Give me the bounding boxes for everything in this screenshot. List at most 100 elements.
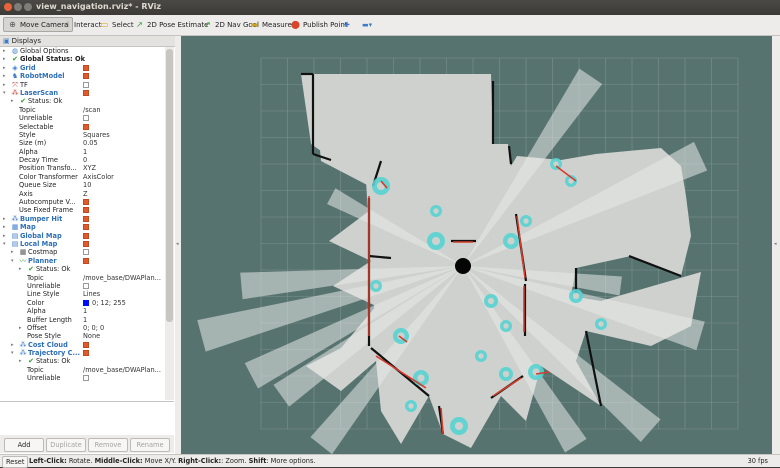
property-value[interactable]: Z [83,190,88,198]
collapsed-arrow-icon[interactable]: ▸ [3,81,6,89]
tree-row[interactable]: Line Style Lines [0,290,165,298]
enable-checkbox[interactable] [83,64,89,71]
tree-row[interactable]: Axis Z [0,190,165,198]
tree-row[interactable]: Unreliable [0,282,165,290]
enable-checkbox[interactable] [83,199,89,206]
tree-row[interactable]: ▾ ▤ Local Map [0,240,165,248]
expanded-arrow-icon[interactable]: ▾ [3,240,6,248]
enable-checkbox[interactable] [83,123,89,130]
tree-row[interactable]: ▾ 〰 Planner [0,257,165,265]
navigation-map[interactable] [181,36,772,454]
tree-row[interactable]: Unreliable [0,114,165,122]
property-value[interactable]: 0.05 [83,139,98,147]
minus-dropdown-button[interactable]: ▬▾ [358,17,376,32]
collapsed-arrow-icon[interactable]: ▸ [11,248,14,256]
tree-row[interactable]: Topic/move_base/DWAPlan... [0,366,165,374]
duplicate-display-button[interactable]: Duplicate [46,438,86,452]
property-value[interactable]: 10 [83,181,91,189]
property-value[interactable]: /scan [83,106,101,114]
tree-row[interactable]: Topic/scan [0,106,165,114]
tree-row[interactable]: Decay Time 0 [0,156,165,164]
tree-row[interactable]: ▸ ✔ Status: Ok [0,97,165,105]
close-window-button[interactable] [4,3,12,11]
collapsed-arrow-icon[interactable]: ▸ [19,357,22,365]
enable-checkbox[interactable] [83,232,89,239]
tree-row[interactable]: Alpha 1 [0,307,165,315]
tree-row[interactable]: Buffer Length 1 [0,316,165,324]
collapsed-arrow-icon[interactable]: ▸ [3,55,6,63]
tree-row[interactable]: Unreliable [0,374,165,382]
tree-row[interactable]: ▸ ♞ RobotModel [0,72,165,80]
tree-row[interactable]: ▸ ⁂ Cost Cloud [0,341,165,349]
minimize-window-button[interactable] [14,3,22,11]
tree-row[interactable]: ▾ ⁂ LaserScan [0,89,165,97]
collapsed-arrow-icon[interactable]: ▸ [3,223,6,231]
tree-row[interactable]: ▸ ✔ Global Status: Ok [0,55,165,63]
enable-checkbox[interactable] [83,89,89,96]
collapse-left-icon[interactable]: ◂ [176,241,179,247]
collapsed-arrow-icon[interactable]: ▸ [19,324,22,332]
tree-row[interactable]: Color Transformer AxisColor [0,173,165,181]
tree-row[interactable]: ▸ ◈ Grid [0,64,165,72]
collapsed-arrow-icon[interactable]: ▸ [3,47,6,55]
tree-row[interactable]: Queue Size 10 [0,181,165,189]
enable-checkbox[interactable] [83,240,89,247]
collapsed-arrow-icon[interactable]: ▸ [3,215,6,223]
rename-display-button[interactable]: Rename [130,438,170,452]
right-panel-splitter[interactable]: ◂ [772,36,780,454]
property-value[interactable]: AxisColor [83,173,114,181]
displays-tree-scrollbar[interactable] [165,47,174,400]
property-value[interactable]: 0; 12; 255 [92,299,126,307]
enable-checkbox[interactable] [83,282,89,289]
enable-checkbox[interactable] [83,224,89,231]
3d-viewport[interactable] [181,36,772,454]
enable-checkbox[interactable] [83,73,89,80]
tree-row[interactable]: ▸ ◍ Global Options [0,47,165,55]
tree-row[interactable]: Pose Style None [0,332,165,340]
add-display-button[interactable]: Add [4,438,44,452]
collapsed-arrow-icon[interactable]: ▸ [11,341,14,349]
tree-row[interactable]: ▸ ⁂ Bumper Hit [0,215,165,223]
property-value[interactable]: 0 [83,156,87,164]
tree-row[interactable]: ▸ ▤ Global Map [0,232,165,240]
enable-checkbox[interactable] [83,115,89,122]
plus-button[interactable]: ✚ [340,17,354,32]
scrollbar-thumb[interactable] [166,49,173,322]
tree-row[interactable]: Topic/move_base/DWAPlan... [0,274,165,282]
tree-row[interactable]: Position Transfo... XYZ [0,164,165,172]
enable-checkbox[interactable] [83,375,89,382]
tree-row[interactable]: Size (m) 0.05 [0,139,165,147]
enable-checkbox[interactable] [83,350,89,357]
property-value[interactable]: Squares [83,131,110,139]
tree-row[interactable]: ▸ ▦ Map [0,223,165,231]
property-value[interactable]: XYZ [83,164,96,172]
enable-checkbox[interactable] [83,257,89,264]
expanded-arrow-icon[interactable]: ▾ [11,349,14,357]
enable-checkbox[interactable] [83,249,89,256]
expanded-arrow-icon[interactable]: ▾ [3,89,6,97]
enable-checkbox[interactable] [83,341,89,348]
property-value[interactable]: Lines [83,290,100,298]
expanded-arrow-icon[interactable]: ▾ [11,257,14,265]
remove-display-button[interactable]: Remove [88,438,128,452]
color-swatch[interactable] [83,299,89,306]
property-value[interactable]: 1 [83,307,87,315]
reset-button[interactable]: Reset [2,456,29,468]
tree-row[interactable]: ▾ ⁂ Trajectory C... [0,349,165,357]
tree-row[interactable]: Style Squares [0,131,165,139]
enable-checkbox[interactable] [83,81,89,88]
property-value[interactable]: 1 [83,148,87,156]
collapsed-arrow-icon[interactable]: ▸ [3,232,6,240]
tree-row[interactable]: ▸ ✔ Status: Ok [0,265,165,273]
collapsed-arrow-icon[interactable]: ▸ [3,64,6,72]
enable-checkbox[interactable] [83,207,89,214]
property-value[interactable]: 0; 0; 0 [83,324,104,332]
property-value[interactable]: /move_base/DWAPlan... [83,274,161,282]
property-value[interactable]: 1 [83,316,87,324]
tree-row[interactable]: Use Fixed Frame [0,206,165,214]
collapsed-arrow-icon[interactable]: ▸ [19,265,22,273]
collapsed-arrow-icon[interactable]: ▸ [11,97,14,105]
tree-row[interactable]: ▸ ✔ Status: Ok [0,357,165,365]
tree-row[interactable]: Alpha 1 [0,148,165,156]
property-value[interactable]: /move_base/DWAPlan... [83,366,161,374]
